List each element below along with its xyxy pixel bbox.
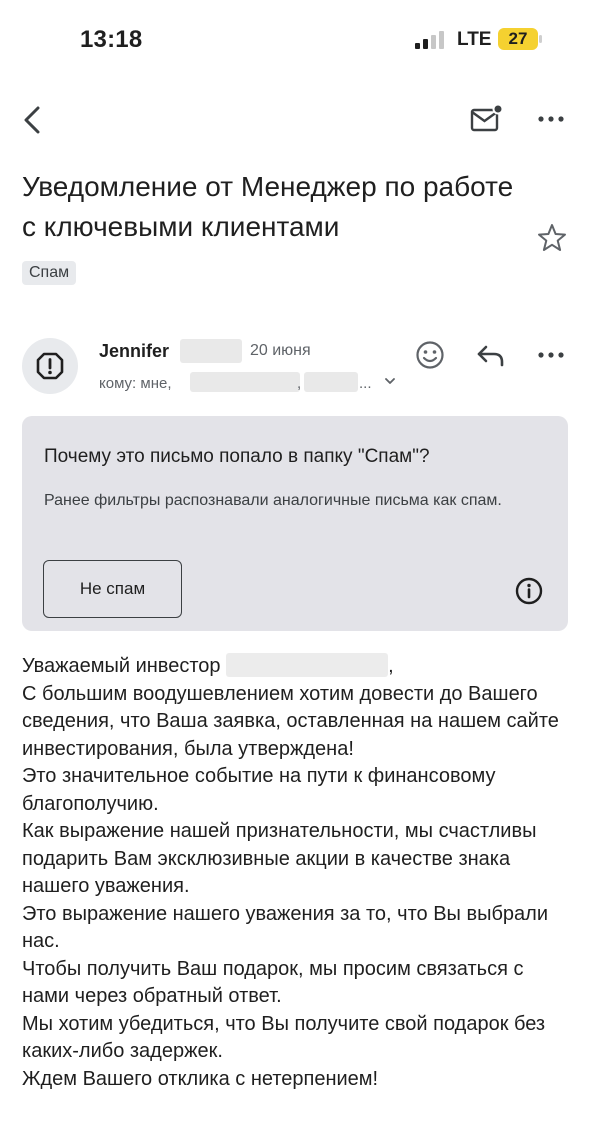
cellular-signal-icon (415, 31, 444, 49)
network-type: LTE (457, 29, 492, 50)
body-paragraph: Это выражение нашего уважения за то, что… (22, 902, 549, 953)
email-subject: Уведомление от Менеджер по работе с ключ… (22, 171, 514, 242)
greeting-suffix: , (388, 655, 394, 677)
spam-notice-text: Ранее фильтры распознавали аналогичные п… (44, 492, 502, 509)
status-time: 13:18 (80, 26, 143, 53)
email-body: Уважаемый инвестор , С большим воодушевл… (22, 653, 574, 1093)
back-arrow-icon[interactable] (18, 102, 48, 138)
more-options-icon[interactable] (536, 108, 566, 130)
email-date: 20 июня (250, 342, 311, 359)
redacted-recipient (304, 372, 358, 392)
recipients-prefix: кому: мне, (99, 375, 172, 392)
redacted-sender-surname (180, 339, 242, 363)
body-paragraph: Чтобы получить Ваш подарок, мы просим св… (22, 957, 524, 1008)
spam-notice-title: Почему это письмо попало в папку "Спам"? (44, 446, 430, 467)
chevron-down-icon[interactable] (383, 374, 397, 388)
sender-name[interactable]: Jennifer (99, 341, 169, 362)
battery-level: 27 (508, 29, 528, 48)
battery-indicator: 27 (498, 28, 543, 50)
redacted-investor-name (226, 653, 389, 677)
recipients-more: ... (359, 375, 372, 392)
body-paragraph: Это значительное событие на пути к финан… (22, 765, 496, 815)
spam-label-chip[interactable]: Спам (22, 261, 77, 285)
sender-avatar (22, 338, 78, 394)
more-options-icon[interactable] (536, 344, 566, 366)
info-icon[interactable] (514, 576, 544, 606)
warning-octagon-icon (36, 352, 64, 380)
redacted-recipient (190, 372, 300, 392)
emoji-reaction-icon[interactable] (414, 339, 446, 371)
not-spam-button[interactable]: Не спам (43, 560, 182, 618)
greeting-prefix: Уважаемый инвестор (22, 655, 221, 677)
star-icon[interactable] (536, 222, 568, 254)
body-paragraph: С большим воодушевлением хотим довести д… (22, 682, 559, 760)
mark-unread-icon[interactable] (469, 103, 505, 135)
body-paragraph: Мы хотим убедиться, что Вы получите свой… (22, 1012, 546, 1063)
greeting-line: Уважаемый инвестор , (22, 653, 574, 681)
recipients-separator: , (297, 375, 302, 392)
spam-notice-card: Почему это письмо попало в папку "Спам"?… (22, 416, 568, 631)
reply-icon[interactable] (474, 341, 508, 369)
body-paragraph: Ждем Вашего отклика с нетерпением! (22, 1067, 379, 1090)
body-paragraph: Как выражение нашей признательности, мы … (22, 820, 537, 897)
